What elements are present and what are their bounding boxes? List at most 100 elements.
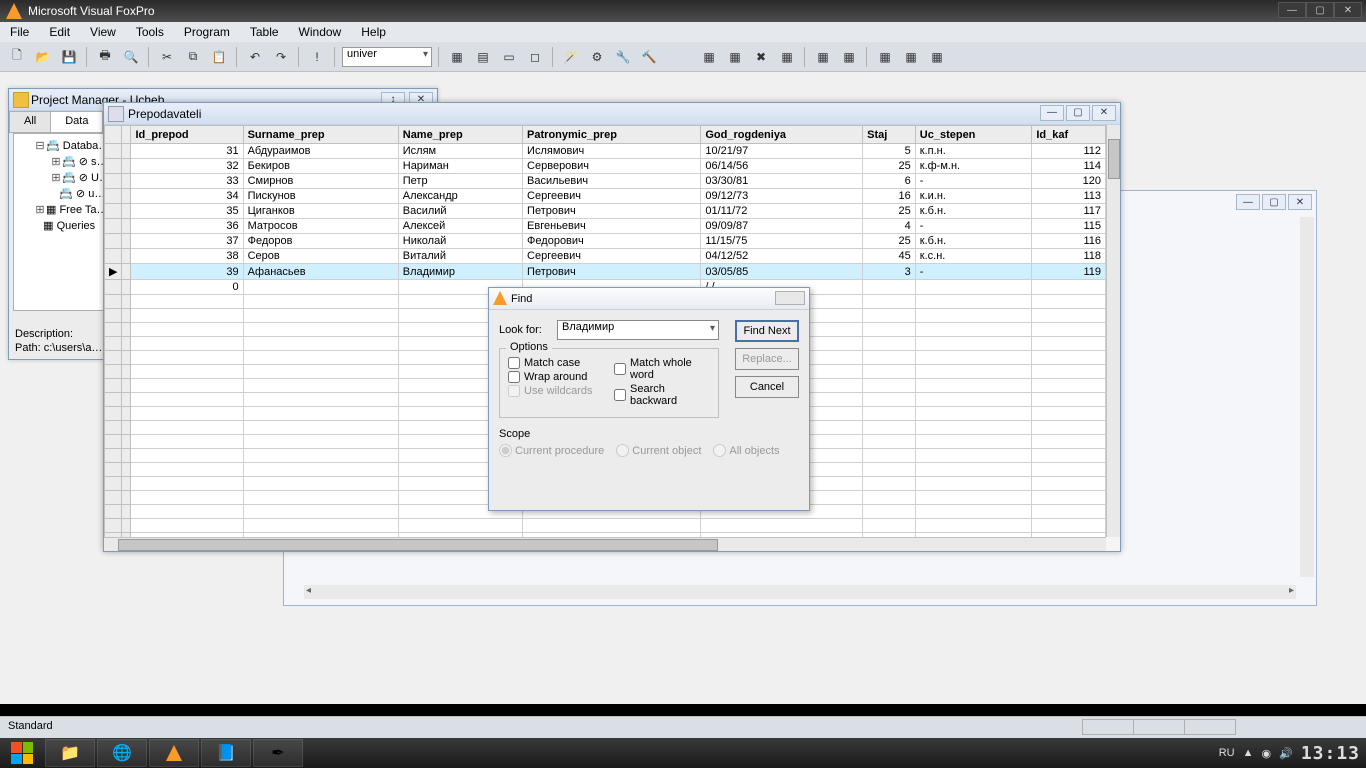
tool-icon[interactable]: 🔧 bbox=[612, 46, 634, 68]
find-next-button[interactable]: Find Next bbox=[735, 320, 799, 342]
find-titlebar[interactable]: Find bbox=[489, 288, 809, 310]
look-for-input[interactable]: Владимир bbox=[557, 320, 719, 340]
browse-vscrollbar[interactable] bbox=[1106, 125, 1120, 537]
form-icon[interactable]: ▦ bbox=[446, 46, 468, 68]
wizard-icon[interactable]: 🪄 bbox=[560, 46, 582, 68]
undo-icon[interactable]: ↶ bbox=[244, 46, 266, 68]
bg-close-button[interactable]: ✕ bbox=[1288, 194, 1312, 210]
tb-extra-9-icon[interactable]: ▦ bbox=[926, 46, 948, 68]
col-header[interactable]: Id_prepod bbox=[131, 126, 243, 144]
browse-maximize-button[interactable]: ▢ bbox=[1066, 105, 1090, 121]
menu-view[interactable]: View bbox=[80, 23, 126, 41]
tray-volume-icon[interactable]: 🔊 bbox=[1279, 747, 1293, 760]
table-row[interactable]: 36МатросовАлексейЕвгеньевич09/09/874-115 bbox=[105, 219, 1106, 234]
menu-table[interactable]: Table bbox=[240, 23, 289, 41]
minimize-button[interactable]: — bbox=[1278, 2, 1306, 18]
status-text: Standard bbox=[8, 720, 53, 732]
table-row[interactable]: 33СмирновПетрВасильевич03/30/816-120 bbox=[105, 174, 1106, 189]
task-chrome-icon[interactable]: 🌐 bbox=[97, 739, 147, 767]
run-icon[interactable]: ! bbox=[306, 46, 328, 68]
main-toolbar: 🗋 📂 💾 🖶 🔍 ✂ ⧉ 📋 ↶ ↷ ! univer ▦ ▤ ▭ ◻ 🪄 ⚙… bbox=[0, 42, 1366, 72]
tb-extra-2-icon[interactable]: ▦ bbox=[724, 46, 746, 68]
match-whole-word-checkbox[interactable]: Match whole word bbox=[614, 357, 710, 381]
preview-icon[interactable]: 🔍 bbox=[120, 46, 142, 68]
table-row[interactable]: 32БекировНариманСерверович06/14/5625к.ф-… bbox=[105, 159, 1106, 174]
tb-extra-4-icon[interactable]: ▦ bbox=[776, 46, 798, 68]
table-row[interactable]: 34ПискуновАлександрСергеевич09/12/7316к.… bbox=[105, 189, 1106, 204]
table-row[interactable]: ▶ 39АфанасьевВладимирПетрович03/05/853-1… bbox=[105, 264, 1106, 280]
menu-tools[interactable]: Tools bbox=[126, 23, 174, 41]
close-button[interactable]: ✕ bbox=[1334, 2, 1362, 18]
tb-extra-6-icon[interactable]: ▦ bbox=[838, 46, 860, 68]
scope-all-objects-radio: All objects bbox=[713, 444, 779, 457]
tb-extra-8-icon[interactable]: ▦ bbox=[900, 46, 922, 68]
search-backward-checkbox[interactable]: Search backward bbox=[614, 383, 710, 407]
browse-hscrollbar[interactable] bbox=[104, 537, 1106, 551]
label-icon[interactable]: ▭ bbox=[498, 46, 520, 68]
status-indicator-cells bbox=[1083, 719, 1236, 735]
menu-program[interactable]: Program bbox=[174, 23, 240, 41]
task-word-icon[interactable]: 📘 bbox=[201, 739, 251, 767]
task-explorer-icon[interactable]: 📁 bbox=[45, 739, 95, 767]
report-icon[interactable]: ▤ bbox=[472, 46, 494, 68]
table-row[interactable]: 38СеровВиталийСергеевич04/12/5245к.с.н.1… bbox=[105, 249, 1106, 264]
tb-extra-3-icon[interactable]: ✖ bbox=[750, 46, 772, 68]
tray-flag-icon[interactable]: ▲ bbox=[1243, 747, 1254, 759]
tree-free-tables[interactable]: Free Ta… bbox=[59, 204, 107, 216]
match-case-checkbox[interactable]: Match case bbox=[508, 357, 604, 369]
col-header[interactable]: Uc_stepen bbox=[915, 126, 1032, 144]
browse-titlebar[interactable]: Prepodavateli — ▢ ✕ bbox=[104, 103, 1120, 125]
menu-help[interactable]: Help bbox=[351, 23, 396, 41]
open-icon[interactable]: 📂 bbox=[32, 46, 54, 68]
app-title: Microsoft Visual FoxPro bbox=[28, 4, 155, 18]
bg-vscrollbar[interactable] bbox=[1300, 217, 1314, 577]
cut-icon[interactable]: ✂ bbox=[156, 46, 178, 68]
menu-file[interactable]: File bbox=[0, 23, 39, 41]
tb-extra-5-icon[interactable]: ▦ bbox=[812, 46, 834, 68]
wrap-around-checkbox[interactable]: Wrap around bbox=[508, 371, 604, 383]
bg-minimize-button[interactable]: — bbox=[1236, 194, 1260, 210]
find-close-icon[interactable] bbox=[775, 291, 805, 305]
col-header[interactable]: God_rogdeniya bbox=[701, 126, 863, 144]
print-icon[interactable]: 🖶 bbox=[94, 46, 116, 68]
tray-clock[interactable]: 13:13 bbox=[1301, 743, 1360, 764]
menu-window[interactable]: Window bbox=[289, 23, 352, 41]
menu-edit[interactable]: Edit bbox=[39, 23, 80, 41]
hammer-icon[interactable]: 🔨 bbox=[638, 46, 660, 68]
redo-icon[interactable]: ↷ bbox=[270, 46, 292, 68]
find-dialog[interactable]: Find Look for: Владимир Options Match ca… bbox=[488, 287, 810, 511]
browse-minimize-button[interactable]: — bbox=[1040, 105, 1064, 121]
tree-queries[interactable]: Queries bbox=[57, 220, 96, 232]
copy-icon[interactable]: ⧉ bbox=[182, 46, 204, 68]
col-header[interactable]: Id_kaf bbox=[1032, 126, 1106, 144]
database-combo[interactable]: univer bbox=[342, 47, 432, 67]
col-header[interactable]: Surname_prep bbox=[243, 126, 398, 144]
class-icon[interactable]: ◻ bbox=[524, 46, 546, 68]
builder-icon[interactable]: ⚙ bbox=[586, 46, 608, 68]
browse-close-button[interactable]: ✕ bbox=[1092, 105, 1116, 121]
tb-extra-7-icon[interactable]: ▦ bbox=[874, 46, 896, 68]
pm-tab-data[interactable]: Data bbox=[50, 111, 103, 132]
col-header[interactable]: Patronymic_prep bbox=[523, 126, 701, 144]
table-row[interactable]: 35ЦиганковВасилийПетрович01/11/7225к.б.н… bbox=[105, 204, 1106, 219]
bg-maximize-button[interactable]: ▢ bbox=[1262, 194, 1286, 210]
maximize-button[interactable]: ▢ bbox=[1306, 2, 1334, 18]
save-icon[interactable]: 💾 bbox=[58, 46, 80, 68]
table-row[interactable]: 31АбдураимовИслямИслямович10/21/975к.п.н… bbox=[105, 144, 1106, 159]
table-row[interactable]: 37ФедоровНиколайФедорович11/15/7525к.б.н… bbox=[105, 234, 1106, 249]
cancel-button[interactable]: Cancel bbox=[735, 376, 799, 398]
tb-extra-1-icon[interactable]: ▦ bbox=[698, 46, 720, 68]
table-row[interactable] bbox=[105, 519, 1106, 533]
tray-network-icon[interactable]: ◉ bbox=[1262, 747, 1272, 760]
col-header[interactable]: Name_prep bbox=[398, 126, 522, 144]
tree-child-2[interactable]: ⊘ u… bbox=[76, 188, 105, 200]
bg-hscrollbar[interactable] bbox=[304, 585, 1296, 599]
start-button[interactable] bbox=[0, 738, 44, 768]
tray-lang[interactable]: RU bbox=[1219, 747, 1235, 759]
new-icon[interactable]: 🗋 bbox=[6, 46, 28, 68]
paste-icon[interactable]: 📋 bbox=[208, 46, 230, 68]
pm-tab-all[interactable]: All bbox=[9, 111, 51, 132]
col-header[interactable]: Staj bbox=[863, 126, 916, 144]
task-foxpro-icon[interactable] bbox=[149, 739, 199, 767]
task-app-icon[interactable]: ✒ bbox=[253, 739, 303, 767]
